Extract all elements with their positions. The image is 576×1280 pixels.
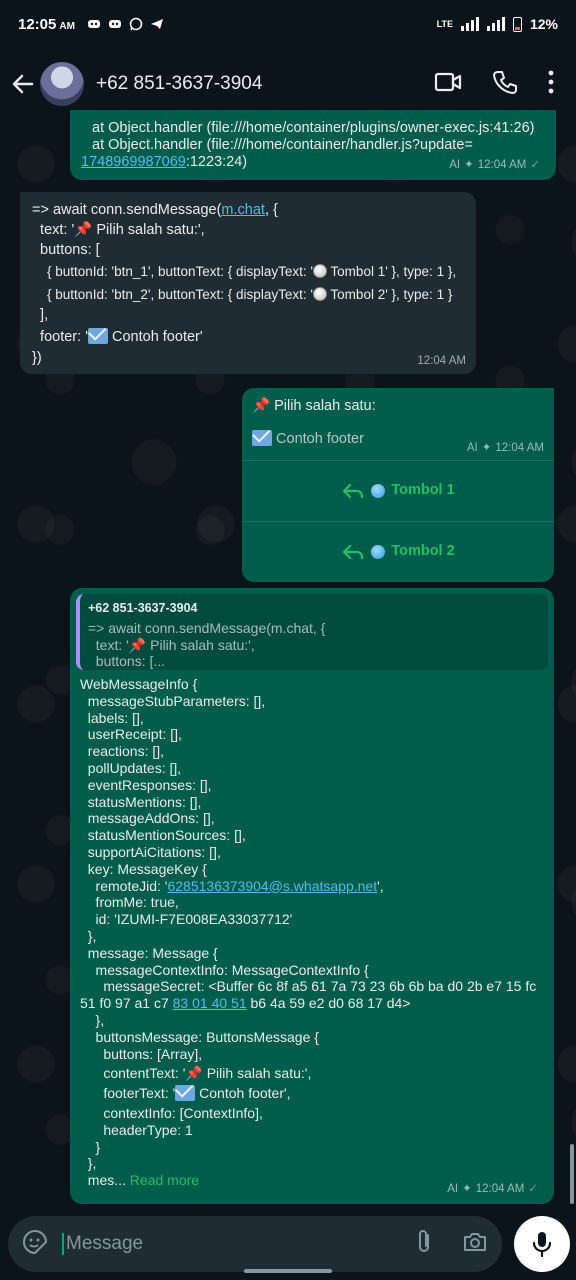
- voice-record-button[interactable]: [514, 1216, 570, 1272]
- envelope-icon: [87, 328, 108, 344]
- telegram-icon: [150, 17, 164, 31]
- quote-author: +62 851-3637-3904: [88, 601, 198, 615]
- home-indicator[interactable]: [244, 1269, 332, 1273]
- notification-icons: [87, 17, 164, 31]
- quote-text: => await conn.sendMessage(m.chat, { text…: [88, 620, 326, 669]
- avatar[interactable]: [40, 62, 84, 106]
- message-text: => await conn.sendMessage(m.chat, { text…: [32, 202, 457, 366]
- incoming-message[interactable]: => await conn.sendMessage(m.chat, { text…: [20, 192, 476, 374]
- header-actions: [434, 69, 566, 100]
- battery-icon: [512, 16, 522, 32]
- video-call-icon[interactable]: [434, 71, 462, 98]
- message-link[interactable]: 83 01 40 51: [173, 995, 247, 1011]
- discord-icon: [108, 17, 122, 31]
- sticker-icon[interactable]: [22, 1229, 48, 1260]
- phone-call-icon[interactable]: [492, 69, 518, 100]
- microphone-icon: [532, 1232, 552, 1258]
- message-text: WebMessageInfo { messageStubParameters: …: [80, 676, 537, 1189]
- read-check-icon: ✓: [528, 1183, 538, 1195]
- message-time: 12:04 AM: [477, 159, 527, 171]
- status-bar: 12:05 AM LTE 12%: [0, 0, 576, 48]
- blue-circle-icon: [371, 544, 386, 559]
- message-input[interactable]: [62, 1233, 414, 1255]
- read-more-link[interactable]: Read more: [130, 1172, 199, 1188]
- pushpin-icon: 📌: [185, 1065, 203, 1082]
- network-type: LTE: [436, 19, 453, 29]
- message-meta: AI ✦ 12:04 AM: [467, 440, 544, 457]
- outgoing-log-message[interactable]: +62 851-3637-3904 => await conn.sendMess…: [70, 588, 554, 1204]
- reply-button-1[interactable]: Tombol 1: [242, 460, 554, 520]
- signal-icon: [486, 17, 505, 31]
- discord-icon: [87, 17, 101, 31]
- buttons-message[interactable]: 📌 Pilih salah satu: Contoh footer AI ✦ 12…: [242, 388, 554, 582]
- message-link[interactable]: 6285136373904@s.whatsapp.net: [167, 878, 377, 894]
- message-composer: [8, 1216, 502, 1272]
- back-arrow-icon[interactable]: [10, 71, 36, 97]
- envelope-icon: [252, 430, 272, 446]
- blue-circle-icon: [371, 483, 386, 498]
- message-text: 📌 Pilih salah satu:: [252, 398, 376, 414]
- message-link[interactable]: m.chat: [221, 202, 265, 218]
- attachment-icon[interactable]: [414, 1228, 434, 1261]
- ai-sparkle-icon: ✦: [462, 1183, 472, 1195]
- pushpin-icon: 📌: [252, 398, 271, 414]
- white-circle-icon: [312, 264, 327, 278]
- message-meta: AI ✦ 12:04 AM ✓: [449, 157, 540, 174]
- reply-arrow-icon: [343, 483, 364, 498]
- message-link[interactable]: 1748969987069: [81, 154, 186, 170]
- ai-sparkle-icon: ✦: [464, 159, 474, 171]
- pushpin-icon: 📌: [128, 636, 147, 653]
- contact-name[interactable]: +62 851-3637-3904: [96, 73, 262, 95]
- message-footer: Contoh footer: [252, 430, 364, 448]
- reply-arrow-icon: [343, 544, 364, 559]
- camera-icon[interactable]: [462, 1231, 488, 1258]
- quoted-message[interactable]: +62 851-3637-3904 => await conn.sendMess…: [76, 594, 548, 670]
- white-circle-icon: [312, 287, 327, 301]
- envelope-icon: [175, 1085, 196, 1102]
- battery-percent: 12%: [529, 16, 558, 32]
- message-meta: AI ✦ 12:04 AM ✓: [447, 1181, 538, 1198]
- message-time: 12:04 AM: [495, 442, 544, 454]
- reply-button-2[interactable]: Tombol 2: [242, 521, 554, 581]
- ai-sparkle-icon: ✦: [481, 442, 492, 454]
- status-time: 12:05 AM: [18, 15, 75, 33]
- status-right: LTE 12%: [437, 16, 558, 32]
- pushpin-icon: 📌: [74, 222, 93, 238]
- outgoing-message[interactable]: at Object.handler (file:///home/containe…: [70, 110, 556, 180]
- whatsapp-icon: [129, 17, 143, 31]
- message-time: 12:04 AM: [417, 355, 466, 367]
- read-check-icon: ✓: [530, 159, 540, 171]
- scrollbar[interactable]: [570, 1144, 574, 1204]
- signal-icon: [460, 17, 479, 31]
- message-time: 12:04 AM: [475, 1183, 525, 1195]
- more-options-icon[interactable]: [548, 70, 554, 99]
